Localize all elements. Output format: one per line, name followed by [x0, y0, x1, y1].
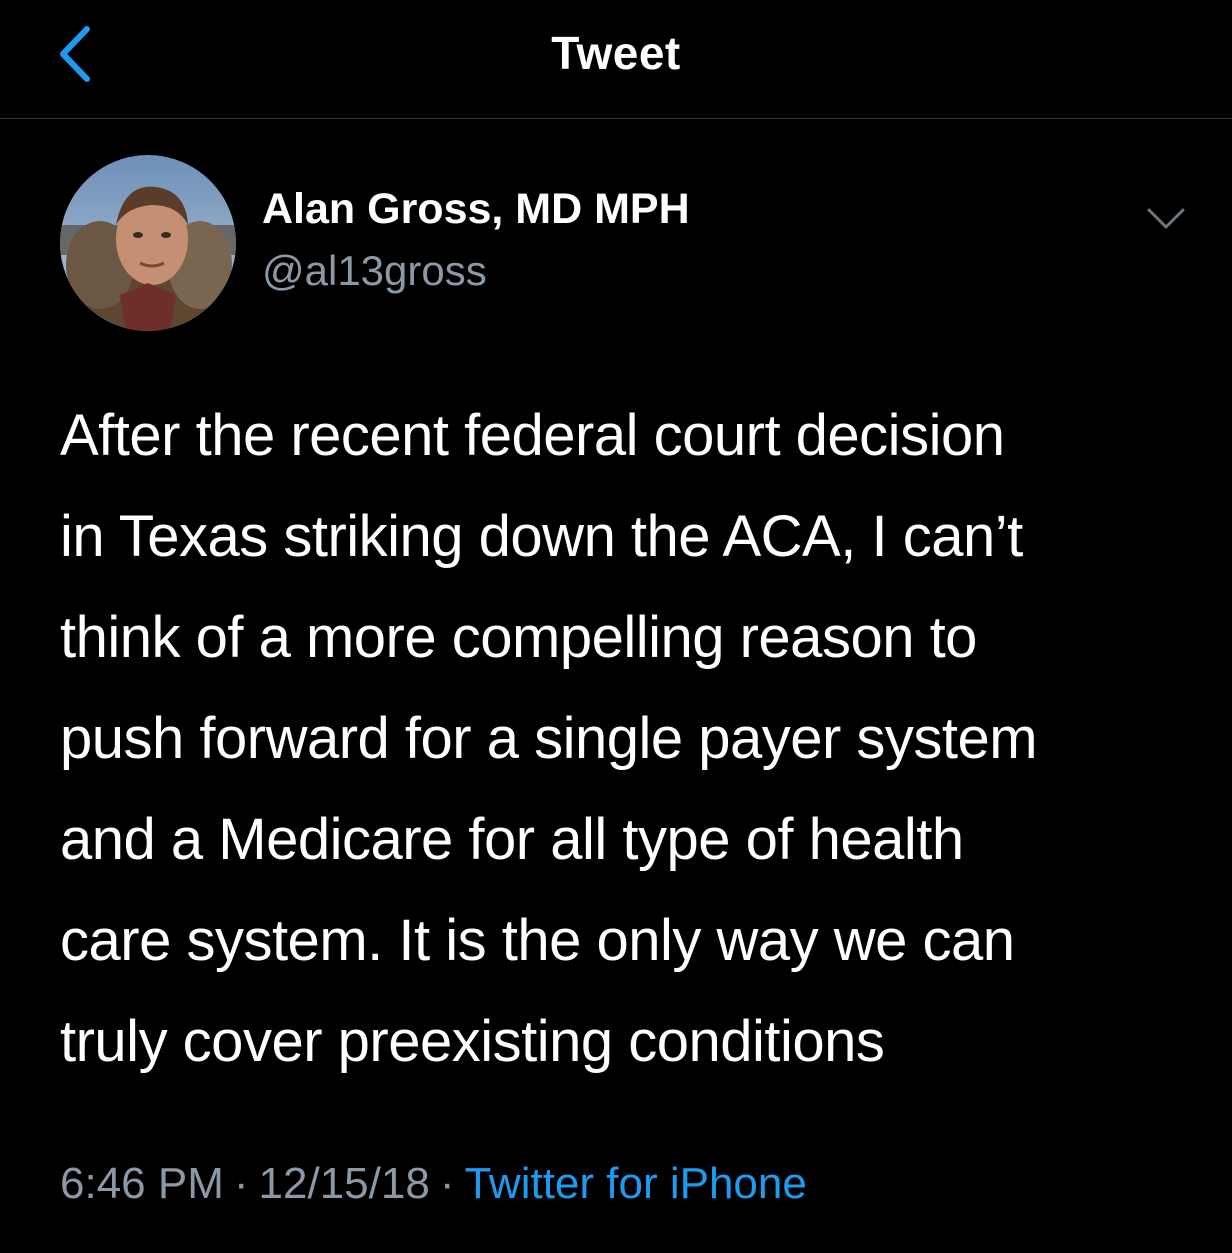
tweet-text: After the recent federal court decision …: [60, 385, 1200, 1092]
tweet-source-link[interactable]: Twitter for iPhone: [464, 1159, 806, 1208]
avatar[interactable]: [60, 155, 236, 331]
tweet-date: 12/15/18: [258, 1159, 430, 1208]
tweet-text-line: in Texas striking down the ACA, I can’t: [60, 504, 1023, 569]
tweet-text-line: After the recent federal court decision: [60, 403, 1005, 468]
chevron-down-icon: [1147, 208, 1185, 229]
navigation-bar: Tweet: [0, 0, 1232, 119]
tweet-text-line: push forward for a single payer system: [60, 706, 1038, 771]
tweet-time: 6:46 PM: [60, 1159, 224, 1208]
tweet-detail: Alan Gross, MD MPH @al13gross After the …: [0, 119, 1232, 1253]
tweet-text-line: truly cover preexisting conditions: [60, 1009, 885, 1074]
author-handle[interactable]: @al13gross: [262, 247, 487, 295]
separator: ·: [233, 1159, 249, 1208]
tweet-text-line: and a Medicare for all type of health: [60, 807, 964, 872]
page-title: Tweet: [551, 27, 681, 79]
tweet-metadata: 6:46 PM · 12/15/18 · Twitter for iPhone: [60, 1159, 807, 1209]
separator: ·: [439, 1159, 455, 1208]
tweet-text-line: care system. It is the only way we can: [60, 908, 1015, 973]
tweet-text-line: think of a more compelling reason to: [60, 605, 977, 670]
author-name[interactable]: Alan Gross, MD MPH: [262, 185, 690, 234]
tweet-options-button[interactable]: [1140, 199, 1192, 239]
avatar-photo: [60, 155, 236, 331]
